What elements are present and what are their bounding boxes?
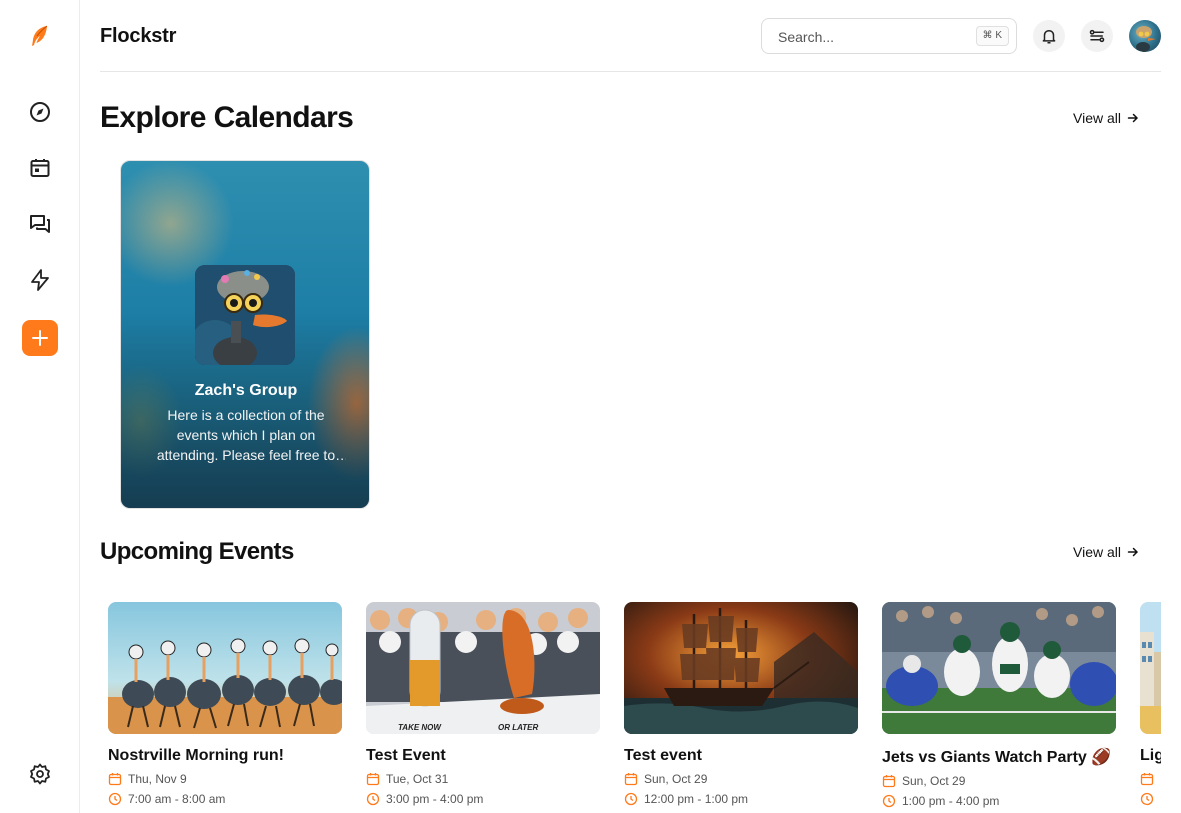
event-date-row (1140, 772, 1161, 786)
view-all-label: View all (1073, 110, 1121, 126)
calendar-icon (882, 775, 896, 788)
event-date-row: Sun, Oct 29 (624, 772, 858, 786)
bell-icon (1042, 30, 1056, 44)
sidebar-item-activity[interactable] (22, 262, 58, 298)
notifications-button[interactable] (1033, 20, 1065, 52)
gear-icon (30, 763, 50, 785)
lightning-icon (31, 269, 49, 291)
calendar-icon (1140, 773, 1154, 786)
event-date: Tue, Oct 31 (386, 772, 449, 786)
view-all-events-link[interactable]: View all (1073, 544, 1139, 560)
city-street-image (1140, 602, 1161, 734)
event-time: 1:00 pm - 4:00 pm (902, 794, 1000, 808)
upcoming-events-title: Upcoming Events (100, 538, 294, 565)
event-time: 7:00 am - 8:00 am (128, 792, 226, 806)
event-time-row: 12:00 pm - 1:00 pm (624, 792, 858, 806)
event-title: Nostrville Morning run! (108, 747, 284, 764)
event-time: 3:00 pm - 4:00 pm (386, 792, 484, 806)
event-image (882, 602, 1116, 734)
clock-icon (882, 794, 896, 808)
event-image (624, 602, 858, 734)
running-ostriches-image (108, 602, 342, 734)
top-header: Flockstr ⌘ K (100, 0, 1161, 72)
calendar-name: Zach's Group (194, 382, 298, 399)
clock-icon (1140, 792, 1154, 806)
calendar-icon (30, 159, 50, 177)
event-date-row: Sun, Oct 29 (882, 774, 1116, 788)
pill-label-right: OR LATER (498, 723, 539, 732)
pills-crowd-image: TAKE NOW OR LATER (366, 602, 600, 734)
preferences-button[interactable] (1081, 20, 1113, 52)
ostrich-avatar-image (195, 265, 295, 365)
clock-icon (624, 792, 638, 806)
sidebar-item-calendar[interactable] (22, 150, 58, 186)
calendar-description: Here is a collection of the events which… (156, 407, 336, 463)
pirate-ship-image (624, 602, 858, 734)
event-card[interactable]: TAKE NOW OR LATER Test Event Tue, Oct 31… (366, 602, 600, 806)
user-avatar[interactable] (1129, 20, 1161, 52)
arrow-right-icon (1127, 113, 1139, 123)
event-date: Sun, Oct 29 (644, 772, 708, 786)
feather-logo-icon (32, 25, 48, 46)
event-date-row: Thu, Nov 9 (108, 772, 342, 786)
event-title: Test event (624, 747, 702, 764)
pill-label-left: TAKE NOW (398, 723, 442, 732)
event-image: TAKE NOW OR LATER (366, 602, 600, 734)
view-all-label: View all (1073, 544, 1121, 560)
event-image (1140, 602, 1161, 734)
calendar-card[interactable]: Zach's Group Here is a collection of the… (120, 160, 370, 509)
event-time-row: 3:00 pm - 4:00 pm (366, 792, 600, 806)
clock-icon (366, 792, 380, 806)
sidebar-item-explore[interactable] (22, 94, 58, 130)
sidebar (0, 0, 80, 813)
event-time-row: 1:00 pm - 4:00 pm (882, 794, 1116, 808)
sidebar-item-messages[interactable] (22, 206, 58, 242)
event-card[interactable]: Jets vs Giants Watch Party 🏈 Sun, Oct 29… (882, 602, 1116, 808)
search-input[interactable] (778, 27, 968, 47)
event-card[interactable]: Test event Sun, Oct 29 12:00 pm - 1:00 p… (624, 602, 858, 806)
event-image (108, 602, 342, 734)
event-title: Test Event (366, 747, 446, 764)
event-time-row (1140, 792, 1161, 806)
clock-icon (108, 792, 122, 806)
event-time-row: 7:00 am - 8:00 am (108, 792, 342, 806)
avatar-image (1136, 26, 1156, 52)
event-time: 12:00 pm - 1:00 pm (644, 792, 749, 806)
search-box[interactable]: ⌘ K (761, 18, 1017, 54)
football-game-image (882, 602, 1116, 734)
explore-calendars-title: Explore Calendars (100, 101, 354, 134)
calendar-icon (624, 773, 638, 786)
event-date: Sun, Oct 29 (902, 774, 966, 788)
event-card[interactable]: Nostrville Morning run! Thu, Nov 9 7:00 … (108, 602, 342, 806)
search-shortcut-badge: ⌘ K (975, 26, 1009, 46)
event-date-row: Tue, Oct 31 (366, 772, 600, 786)
event-card[interactable]: Lig (1140, 602, 1161, 806)
create-button[interactable] (22, 320, 58, 356)
plus-icon (32, 330, 48, 346)
toggle-settings-icon (1089, 29, 1105, 43)
messages-icon (30, 215, 50, 233)
flockstr-logo-icon[interactable] (22, 18, 58, 54)
event-title: Lig (1140, 747, 1161, 764)
compass-icon (30, 102, 50, 122)
events-row: Nostrville Morning run! Thu, Nov 9 7:00 … (108, 602, 1161, 813)
app-title: Flockstr (100, 25, 177, 47)
sidebar-item-settings[interactable] (22, 756, 58, 792)
arrow-right-icon (1127, 547, 1139, 557)
view-all-calendars-link[interactable]: View all (1073, 110, 1139, 126)
calendar-icon (366, 773, 380, 786)
calendar-thumbnail (195, 265, 295, 365)
event-date: Thu, Nov 9 (128, 772, 187, 786)
calendar-icon (108, 773, 122, 786)
event-title: Jets vs Giants Watch Party 🏈 (882, 749, 1112, 766)
